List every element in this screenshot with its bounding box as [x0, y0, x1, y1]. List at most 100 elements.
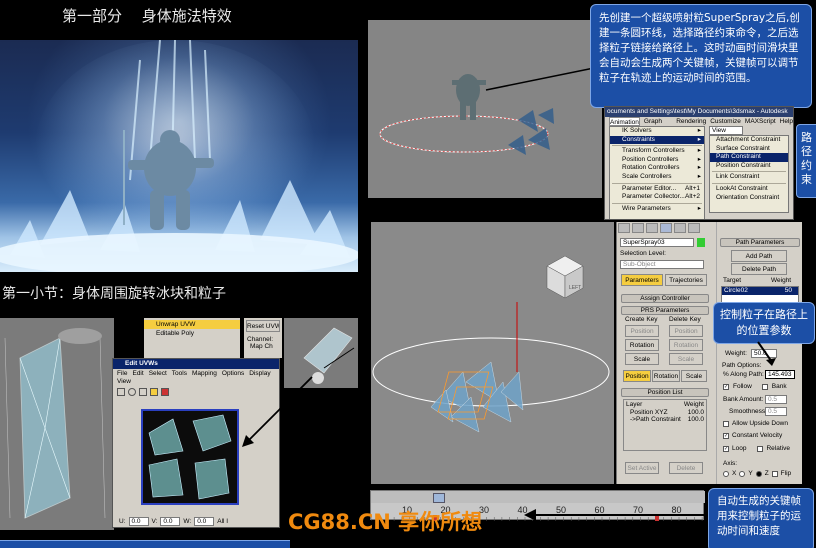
delete-position-key-button[interactable]: Position [669, 325, 703, 337]
modify-tab-icon[interactable] [632, 223, 644, 233]
constraint-menu-item[interactable]: Orientation Constraint [710, 194, 788, 203]
along-path-field[interactable]: 145.493 [765, 370, 795, 379]
viewport-character-orbit[interactable] [368, 20, 602, 198]
constraint-menu-item[interactable]: Path Constraint [710, 153, 788, 162]
motion-tab-icon[interactable] [660, 223, 672, 233]
axis-x-radio[interactable] [723, 470, 729, 477]
w-field[interactable]: 0.0 [194, 516, 215, 526]
animation-menu-item[interactable]: IK Solvers ▸ [610, 127, 704, 136]
object-color-swatch[interactable] [697, 238, 705, 247]
uv-canvas[interactable] [141, 409, 239, 505]
constraint-menu-item[interactable]: LookAt Constraint [710, 185, 788, 194]
animation-menu-item[interactable]: Parameter Editor... Alt+1 [610, 185, 704, 194]
create-scale-key-button[interactable]: Scale [625, 353, 659, 365]
axis-z-radio[interactable] [755, 470, 762, 477]
unwrap-modifier-item[interactable]: Unwrap UVW [144, 320, 240, 329]
viewport-ice-crystal[interactable] [0, 318, 114, 530]
animation-menu-item[interactable]: Constraints ▸ [610, 135, 704, 145]
delete-layer-button[interactable]: Delete [669, 462, 703, 474]
prs-parameters-rollout[interactable]: PRS Parameters [621, 306, 709, 315]
viewport-particles[interactable]: LEFT [371, 222, 614, 484]
animation-menu-item[interactable]: Wire Parameters ▸ [610, 205, 704, 214]
object-name-field[interactable]: SuperSpray03 [620, 238, 694, 247]
loop-checkbox[interactable]: ✓ [723, 445, 729, 452]
create-tab-icon[interactable] [618, 223, 630, 233]
uvw-footer: U: 0.0 V: 0.0 W: 0.0 All I [115, 515, 279, 527]
scale-tool-icon[interactable] [139, 388, 147, 396]
rotation-mode-button[interactable]: Rotation [652, 370, 680, 382]
flip-checkbox[interactable] [771, 470, 778, 477]
u-field[interactable]: 0.0 [128, 516, 149, 526]
trajectories-button[interactable]: Trajectories [665, 274, 707, 286]
menubar-item[interactable]: Rendering [676, 117, 706, 126]
weight-column-header: Weight [683, 401, 704, 408]
v-field[interactable]: 0.0 [160, 516, 181, 526]
uvw-menu-item[interactable]: Mapping [192, 369, 217, 378]
mirror-tool-icon[interactable] [161, 388, 169, 396]
sub-object-dropdown[interactable]: Sub-Object [620, 260, 704, 269]
move-tool-icon[interactable] [117, 388, 125, 396]
menu-separator [712, 171, 786, 173]
animation-menu: IK Solvers ▸ Constraints ▸ Transform Control… [609, 126, 705, 219]
animation-menu-item[interactable]: Scale Controllers ▸ [610, 173, 704, 182]
constant-velocity-checkbox[interactable]: ✓ [723, 432, 729, 439]
map-channel-option[interactable]: Map Ch [244, 343, 282, 350]
uvw-menu-item[interactable]: File [117, 369, 127, 378]
constraint-menu-item[interactable]: Attachment Constraint [710, 136, 788, 145]
uvw-menu-item[interactable]: Tools [172, 369, 187, 378]
arrow-to-along-path [757, 341, 776, 366]
menubar-item[interactable]: Animation [609, 117, 640, 126]
position-list-row[interactable]: ->Path Constraint 100.0 [626, 416, 704, 423]
allow-upside-checkbox[interactable] [723, 420, 729, 427]
menubar-item[interactable]: Help [780, 117, 793, 126]
set-active-button[interactable]: Set Active [625, 462, 659, 474]
add-path-button[interactable]: Add Path [731, 250, 787, 262]
animation-menu-item[interactable]: Parameter Collector... Alt+2 [610, 193, 704, 202]
create-rotation-key-button[interactable]: Rotation [625, 339, 659, 351]
section-title: 第一小节：身体周围旋转冰块和粒子 [2, 286, 226, 302]
follow-checkbox[interactable]: ✓ [723, 383, 729, 390]
position-mode-button[interactable]: Position [623, 370, 651, 382]
animation-menu-item[interactable]: Rotation Controllers ▸ [610, 164, 704, 173]
time-slider-track[interactable] [371, 491, 705, 503]
hierarchy-tab-icon[interactable] [646, 223, 658, 233]
create-position-key-button[interactable]: Position [625, 325, 659, 337]
position-list-rollout[interactable]: Position List [621, 388, 709, 397]
tutorial-page: 第一部分 身体施法特效 第一小节：身体周围旋转冰块和粒子 先创建一个超级喷射粒S… [0, 0, 816, 548]
rotate-tool-icon[interactable] [128, 388, 136, 396]
menubar-item[interactable]: Graph Editors [644, 117, 672, 134]
constraint-menu-item[interactable]: Position Constraint [710, 162, 788, 171]
delete-scale-key-button[interactable]: Scale [669, 353, 703, 365]
time-slider-thumb[interactable] [433, 493, 445, 503]
scale-mode-button[interactable]: Scale [681, 370, 707, 382]
uvw-menu-item[interactable]: Edit [132, 369, 143, 378]
position-list-row[interactable]: Position XYZ 100.0 [626, 409, 704, 416]
utilities-tab-icon[interactable] [688, 223, 700, 233]
bank-checkbox[interactable] [761, 383, 768, 390]
bank-amount-field[interactable]: 0.5 [765, 395, 787, 404]
editable-poly-item[interactable]: Editable Poly [144, 329, 240, 338]
constraint-menu-item[interactable]: Surface Constraint [710, 145, 788, 154]
animation-menu-item[interactable]: Position Controllers ▸ [610, 156, 704, 165]
freeform-tool-icon[interactable] [150, 388, 158, 396]
path-parameters-rollout[interactable]: Path Parameters [720, 238, 800, 247]
all-ids-dropdown[interactable]: All I [217, 518, 228, 525]
delete-path-button[interactable]: Delete Path [731, 263, 787, 275]
smoothness-field[interactable]: 0.5 [765, 407, 787, 416]
target-row[interactable]: Circle02 50 [722, 287, 798, 295]
uvw-menu-item[interactable]: Select [149, 369, 167, 378]
smoothness-label: Smoothness: [729, 408, 767, 415]
delete-rotation-key-button[interactable]: Rotation [669, 339, 703, 351]
constraint-menu-item[interactable]: Link Constraint [710, 173, 788, 182]
assign-controller-rollout[interactable]: Assign Controller [621, 294, 709, 303]
menubar-item[interactable]: MAXScript [745, 117, 776, 126]
menubar-item[interactable]: Customize [710, 117, 741, 126]
reset-uvw-button[interactable]: Reset UVW [246, 320, 280, 332]
v-label: V: [151, 517, 158, 525]
parameters-button[interactable]: Parameters [621, 274, 663, 286]
view-dropdown[interactable]: View [709, 126, 743, 135]
relative-checkbox[interactable] [757, 445, 764, 452]
display-tab-icon[interactable] [674, 223, 686, 233]
animation-menu-item[interactable]: Transform Controllers ▸ [610, 147, 704, 156]
axis-y-radio[interactable] [739, 470, 746, 477]
